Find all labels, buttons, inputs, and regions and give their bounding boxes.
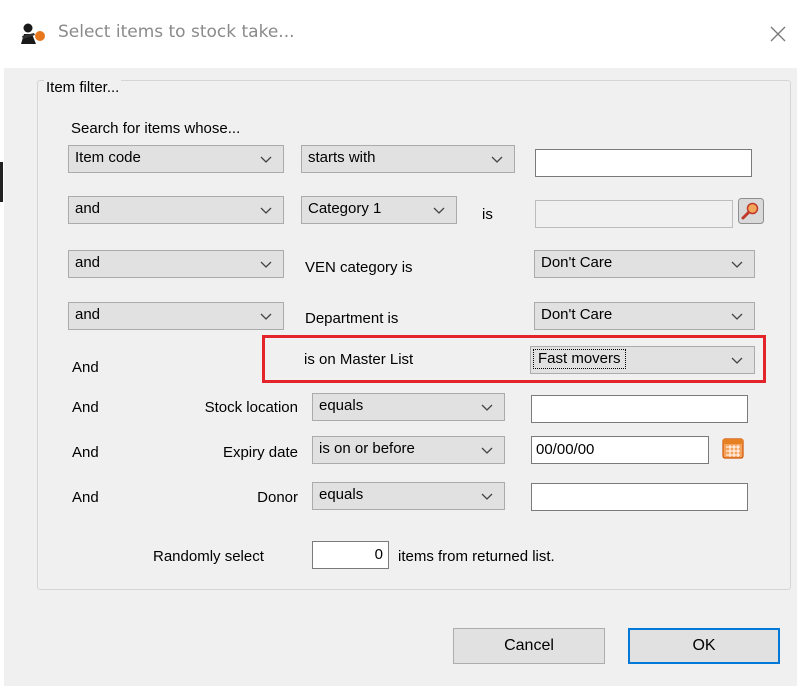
ven-category-select[interactable]: Don't Care — [534, 250, 755, 278]
ok-button[interactable]: OK — [628, 628, 780, 664]
chevron-down-icon — [731, 261, 743, 268]
random-count-input[interactable]: 0 — [312, 541, 389, 569]
conjunction-select-3[interactable]: and — [68, 250, 284, 278]
category-value-field — [535, 200, 733, 228]
stock-location-operator-value: equals — [319, 397, 364, 414]
chevron-down-icon — [260, 156, 272, 163]
search-icon[interactable] — [738, 198, 764, 224]
ven-category-select-value: Don't Care — [541, 254, 613, 271]
is-label: is — [482, 206, 493, 223]
random-suffix-label: items from returned list. — [398, 548, 555, 565]
search-heading: Search for items whose... — [71, 120, 241, 137]
highlight-box — [262, 335, 766, 383]
close-icon[interactable] — [760, 16, 796, 52]
expiry-date-operator-value: is on or before — [319, 440, 415, 457]
random-select-label: Randomly select — [153, 548, 264, 565]
expiry-date-input[interactable]: 00/00/00 — [531, 436, 709, 464]
stock-location-operator-select[interactable]: equals — [312, 393, 505, 421]
conjunction-select-3-value: and — [75, 254, 101, 271]
item-filter-label: Item filter... — [44, 79, 122, 97]
chevron-down-icon — [260, 207, 272, 214]
conjunction-label-7: And — [72, 444, 99, 461]
chevron-down-icon — [260, 261, 272, 268]
conjunction-select-2-value: and — [75, 200, 101, 217]
chevron-down-icon — [433, 207, 445, 214]
conjunction-label-8: And — [72, 489, 99, 506]
app-logo-icon — [18, 22, 48, 46]
stock-location-input[interactable] — [531, 395, 748, 423]
chevron-down-icon — [731, 313, 743, 320]
window-title: Select items to stock take... — [58, 22, 295, 42]
donor-label: Donor — [257, 489, 298, 506]
department-select[interactable]: Don't Care — [534, 302, 755, 330]
expiry-date-operator-select[interactable]: is on or before — [312, 436, 505, 464]
expiry-date-text: 00/00/00 — [536, 441, 595, 458]
chevron-down-icon — [491, 156, 503, 163]
conjunction-select-2[interactable]: and — [68, 196, 284, 224]
department-label: Department is — [305, 310, 399, 327]
operator-select-1-value: starts with — [308, 149, 376, 166]
random-count-value: 0 — [374, 546, 383, 563]
search-value-input[interactable] — [535, 149, 752, 177]
donor-input[interactable] — [531, 483, 748, 511]
calendar-icon[interactable] — [720, 436, 746, 462]
category-select[interactable]: Category 1 — [301, 196, 457, 224]
ok-button-label: OK — [692, 637, 716, 654]
title-bar: Select items to stock take... — [4, 0, 797, 68]
chevron-down-icon — [481, 493, 493, 500]
department-select-value: Don't Care — [541, 306, 613, 323]
chevron-down-icon — [481, 404, 493, 411]
stock-location-label: Stock location — [204, 399, 298, 416]
conjunction-label-5: And — [72, 359, 99, 376]
donor-operator-select[interactable]: equals — [312, 482, 505, 510]
cancel-button[interactable]: Cancel — [453, 628, 605, 664]
conjunction-select-4-value: and — [75, 306, 101, 323]
expiry-date-label: Expiry date — [222, 444, 298, 461]
background-window-edge — [0, 162, 3, 202]
operator-select-1[interactable]: starts with — [301, 145, 515, 173]
cancel-button-label: Cancel — [504, 637, 554, 654]
chevron-down-icon — [481, 447, 493, 454]
chevron-down-icon — [260, 313, 272, 320]
donor-operator-value: equals — [319, 486, 364, 503]
field-select-1-value: Item code — [75, 149, 141, 166]
category-select-value: Category 1 — [308, 200, 382, 217]
ven-category-label: VEN category is — [305, 259, 413, 276]
field-select-1[interactable]: Item code — [68, 145, 284, 173]
conjunction-label-6: And — [72, 399, 99, 416]
conjunction-select-4[interactable]: and — [68, 302, 284, 330]
